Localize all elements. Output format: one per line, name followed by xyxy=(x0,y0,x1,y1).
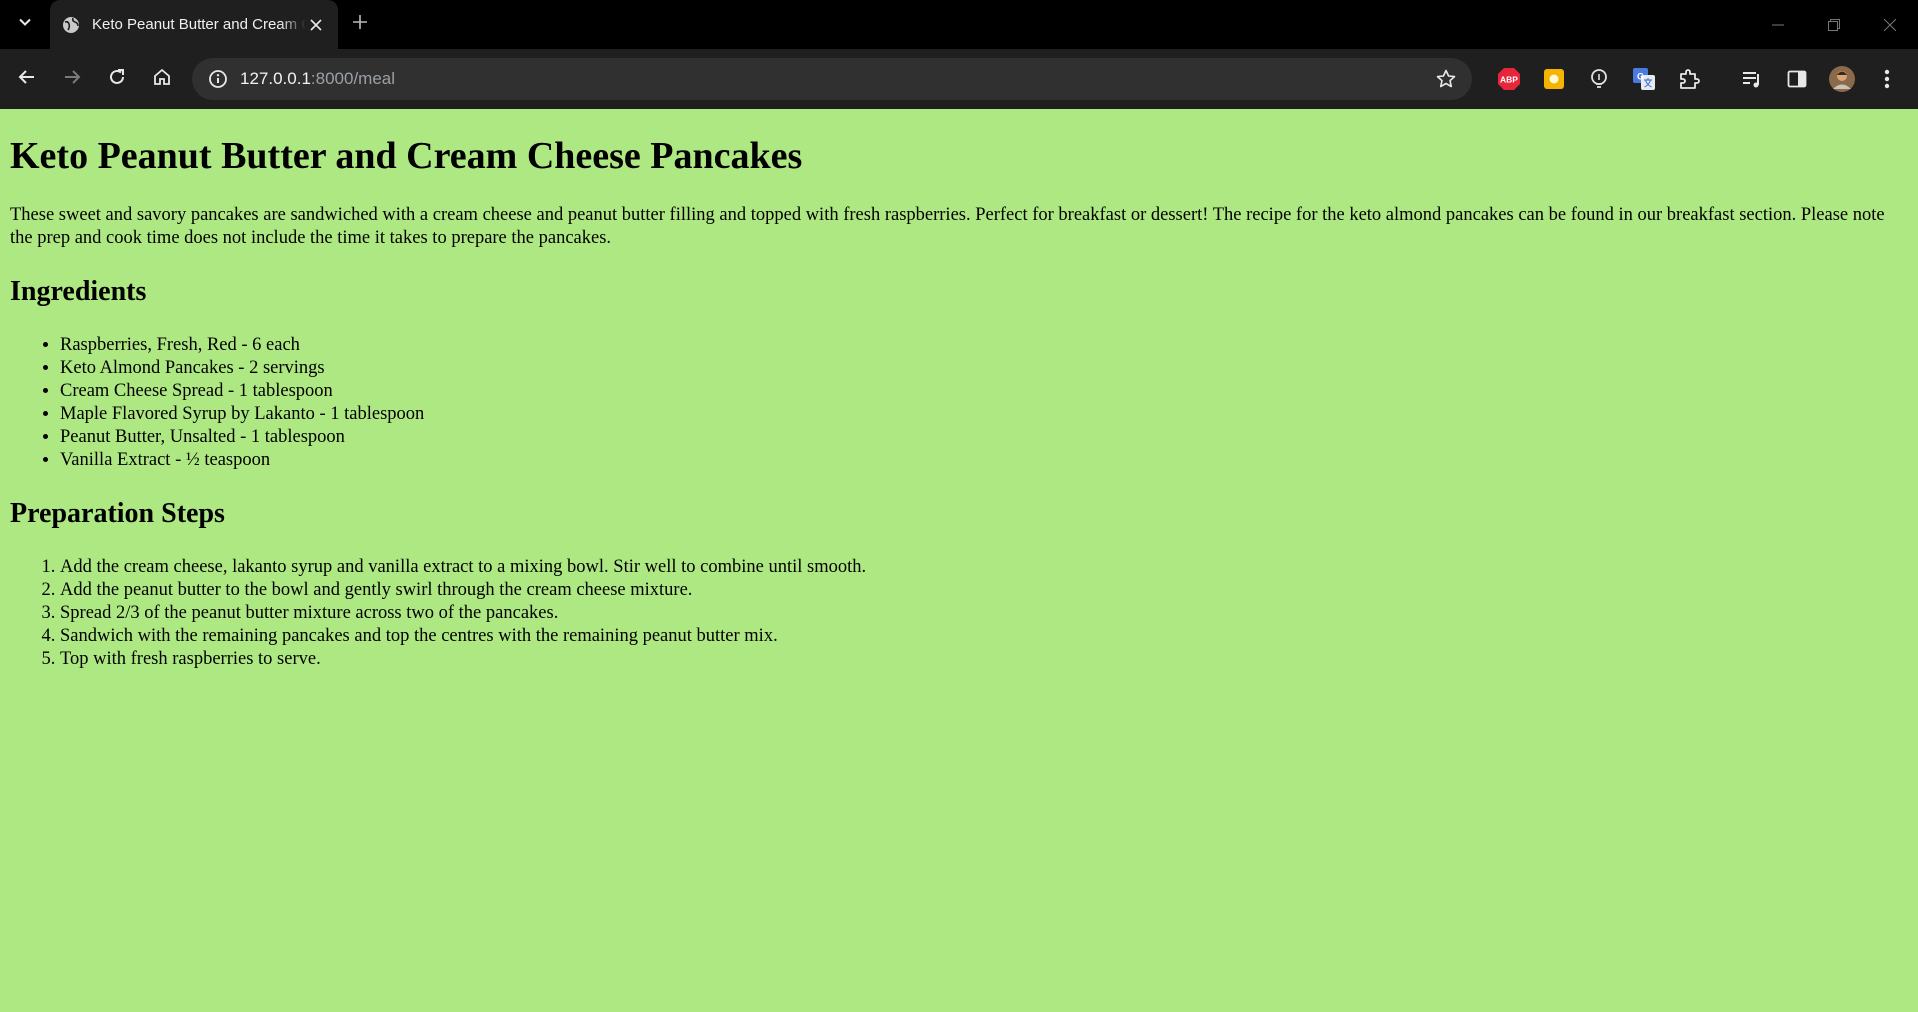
tab-title: Keto Peanut Butter and Cream Cheese Panc… xyxy=(92,16,306,33)
tab-strip: Keto Peanut Butter and Cream Cheese Panc… xyxy=(0,0,1918,49)
extensions-area: ABP G xyxy=(1486,57,1711,101)
side-panel-icon[interactable] xyxy=(1774,57,1819,101)
chevron-down-icon xyxy=(18,15,32,34)
restore-button[interactable] xyxy=(1806,0,1862,49)
url-host: 127.0.0.1 xyxy=(240,69,311,88)
tab-search-button[interactable] xyxy=(0,0,50,49)
active-tab[interactable]: Keto Peanut Butter and Cream Cheese Panc… xyxy=(50,0,338,49)
recipe-description: These sweet and savory pancakes are sand… xyxy=(10,205,1885,248)
media-controls-icon[interactable] xyxy=(1729,57,1774,101)
list-item: Sandwich with the remaining pancakes and… xyxy=(60,625,1908,648)
list-item: Spread 2/3 of the peanut butter mixture … xyxy=(60,602,1908,625)
list-item: Raspberries, Fresh, Red - 6 each xyxy=(60,334,1908,357)
list-item: Cream Cheese Spread - 1 tablespoon xyxy=(60,380,1908,403)
plus-icon xyxy=(353,15,367,34)
url-path: :8000/meal xyxy=(310,69,396,88)
list-item: Maple Flavored Syrup by Lakanto - 1 tabl… xyxy=(60,403,1908,426)
address-bar[interactable]: 127.0.0.1:8000/meal xyxy=(192,58,1472,100)
browser-chrome: Keto Peanut Butter and Cream Cheese Panc… xyxy=(0,0,1918,109)
back-button[interactable] xyxy=(5,57,49,101)
close-tab-icon[interactable] xyxy=(306,15,326,35)
list-item: Add the cream cheese, lakanto syrup and … xyxy=(60,556,1908,579)
new-tab-button[interactable] xyxy=(338,0,382,49)
notes-icon[interactable] xyxy=(1531,57,1576,101)
page-content: Keto Peanut Butter and Cream Cheese Panc… xyxy=(0,134,1918,671)
preparation-steps-heading: Preparation Steps xyxy=(10,498,225,529)
forward-button[interactable] xyxy=(50,57,94,101)
arrow-right-icon xyxy=(63,68,81,91)
lightbulb-icon[interactable] xyxy=(1576,57,1621,101)
google-translate-icon[interactable]: G xyxy=(1621,57,1666,101)
minimize-button[interactable] xyxy=(1750,0,1806,49)
reload-button[interactable] xyxy=(95,57,139,101)
ingredients-heading: Ingredients xyxy=(10,276,147,307)
svg-text:G: G xyxy=(1636,72,1643,82)
home-icon xyxy=(153,68,171,91)
ingredients-list: Raspberries, Fresh, Red - 6 each Keto Al… xyxy=(10,334,1908,472)
list-item: Top with fresh raspberries to serve. xyxy=(60,648,1908,671)
list-item: Keto Almond Pancakes - 2 servings xyxy=(60,357,1908,380)
page-title: Keto Peanut Butter and Cream Cheese Panc… xyxy=(10,135,803,177)
globe-icon xyxy=(62,15,82,35)
list-item: Add the peanut butter to the bowl and ge… xyxy=(60,579,1908,602)
home-button[interactable] xyxy=(140,57,184,101)
adblock-plus-icon[interactable]: ABP xyxy=(1486,57,1531,101)
toolbar-right-group xyxy=(1729,57,1909,101)
menu-kebab-icon[interactable] xyxy=(1864,57,1909,101)
list-item: Peanut Butter, Unsalted - 1 tablespoon xyxy=(60,426,1908,449)
preparation-steps-list: Add the cream cheese, lakanto syrup and … xyxy=(10,556,1908,671)
arrow-left-icon xyxy=(18,68,36,91)
adblock-label: ABP xyxy=(1500,75,1518,85)
bookmark-star-icon[interactable] xyxy=(1430,63,1462,95)
avatar[interactable] xyxy=(1819,57,1864,101)
extensions-puzzle-icon[interactable] xyxy=(1666,57,1711,101)
window-controls xyxy=(1750,0,1918,49)
reload-icon xyxy=(108,68,126,91)
close-window-button[interactable] xyxy=(1862,0,1918,49)
list-item: Vanilla Extract - ½ teaspoon xyxy=(60,449,1908,472)
url-text[interactable]: 127.0.0.1:8000/meal xyxy=(240,69,1430,89)
site-info-icon[interactable] xyxy=(202,63,234,95)
browser-toolbar: 127.0.0.1:8000/meal ABP G xyxy=(0,49,1918,109)
